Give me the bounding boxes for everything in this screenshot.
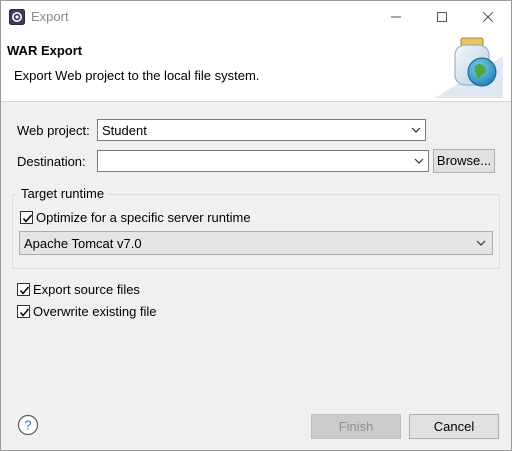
svg-text:?: ? — [24, 418, 31, 433]
web-project-label: Web project: — [17, 123, 90, 138]
checkmark-icon — [19, 308, 30, 317]
wizard-banner: WAR Export Export Web project to the loc… — [1, 32, 511, 102]
chevron-down-icon — [476, 240, 486, 246]
export-source-label[interactable]: Export source files — [33, 282, 140, 297]
optimize-label[interactable]: Optimize for a specific server runtime — [36, 210, 251, 225]
destination-combo[interactable] — [97, 150, 429, 172]
close-button[interactable] — [465, 1, 511, 32]
destination-label: Destination: — [17, 154, 86, 169]
wizard-title: WAR Export — [7, 43, 83, 58]
chevron-down-icon — [411, 127, 421, 133]
optimize-checkbox[interactable] — [20, 211, 33, 224]
export-source-checkbox[interactable] — [17, 283, 30, 296]
overwrite-checkbox[interactable] — [17, 305, 30, 318]
minimize-button[interactable] — [373, 1, 419, 32]
browse-button[interactable]: Browse... — [433, 149, 495, 173]
export-dialog: Export WAR Export Export Web project to … — [0, 0, 512, 451]
server-runtime-value: Apache Tomcat v7.0 — [24, 236, 142, 251]
jar-globe-icon — [435, 37, 503, 98]
wizard-description: Export Web project to the local file sys… — [14, 68, 260, 83]
web-project-value: Student — [102, 123, 147, 138]
close-icon — [482, 11, 494, 22]
server-runtime-combo[interactable]: Apache Tomcat v7.0 — [19, 231, 493, 255]
minimize-icon — [391, 16, 401, 17]
chevron-down-icon — [414, 158, 424, 164]
maximize-icon — [437, 11, 447, 22]
checkmark-icon — [19, 286, 30, 295]
overwrite-label[interactable]: Overwrite existing file — [33, 304, 157, 319]
target-runtime-title: Target runtime — [18, 186, 108, 201]
maximize-button[interactable] — [419, 1, 465, 32]
finish-button[interactable]: Finish — [311, 414, 401, 439]
web-project-combo[interactable]: Student — [97, 119, 426, 141]
window-title: Export — [31, 9, 69, 24]
cancel-button[interactable]: Cancel — [409, 414, 499, 439]
checkmark-icon — [22, 214, 33, 223]
eclipse-app-icon — [9, 9, 25, 25]
title-bar[interactable]: Export — [1, 1, 511, 32]
help-icon[interactable]: ? — [17, 414, 39, 436]
